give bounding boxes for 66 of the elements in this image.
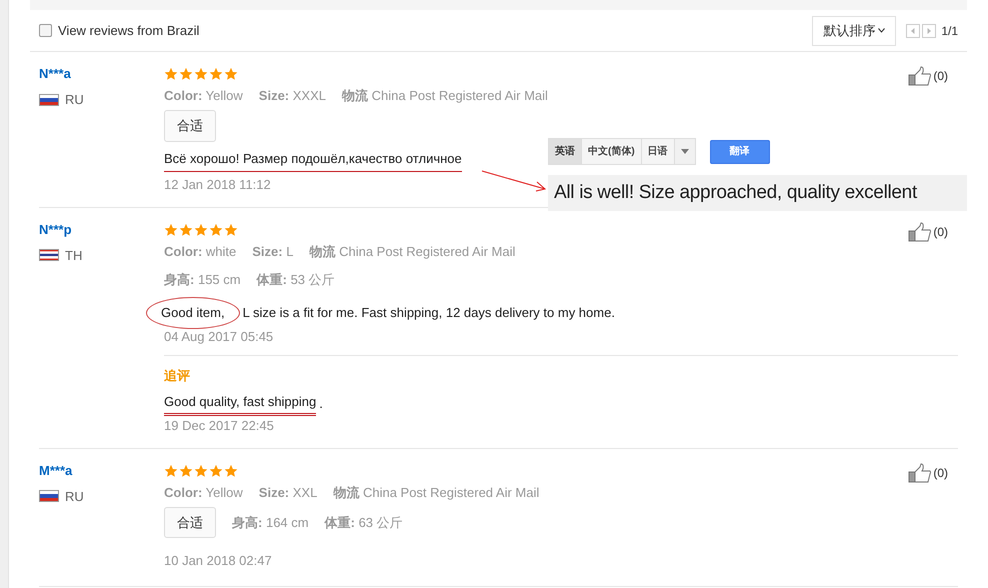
checkbox-label[interactable]: View reviews from Brazil: [58, 20, 200, 40]
star-icon: [209, 222, 223, 236]
flag-icon: [39, 94, 59, 106]
detail-item: Size: XXL: [258, 484, 318, 502]
review-text: L size is a fit for me. Fast shipping, 12 days delivery to my home.: [242, 304, 615, 322]
star-icon: [194, 67, 208, 81]
star-icon: [194, 222, 208, 236]
country-code: RU: [65, 91, 84, 109]
like-count: (0): [933, 464, 948, 482]
language-tab[interactable]: 中文(简体): [582, 139, 642, 164]
like-count: (0): [933, 68, 948, 85]
star-icon: [224, 222, 238, 236]
detail-item: 物流 China Post Registered Air Mail: [333, 484, 540, 502]
country-code: RU: [65, 488, 84, 506]
chevron-down-icon: [878, 28, 886, 33]
detail-item: Color: white: [164, 242, 236, 260]
language-tab[interactable]: 日语: [642, 139, 675, 164]
star-icon: [164, 67, 178, 81]
followup-label: 追评: [164, 366, 191, 384]
star-icon: [194, 464, 208, 478]
review-date: 12 Jan 2018 11:12: [164, 176, 271, 194]
star-icon: [179, 222, 193, 236]
star-icon: [164, 222, 178, 236]
checkbox[interactable]: [39, 24, 52, 37]
star-icon: [179, 464, 193, 478]
underlined-text: Good quality, fast shipping: [164, 392, 316, 416]
circled-text: Good item,: [146, 296, 240, 328]
detail-item: 物流 China Post Registered Air Mail: [309, 242, 516, 261]
detail-item: 体重: 63 公斤: [324, 514, 403, 532]
reviewer-name[interactable]: M***a: [39, 460, 164, 480]
translation-result: All is well! Size approached, quality excellent: [548, 175, 967, 211]
country-code: TH: [65, 246, 82, 264]
star-icon: [179, 67, 193, 81]
reviewer-name[interactable]: N***p: [39, 220, 164, 240]
detail-item: 身高: 164 cm: [232, 514, 309, 532]
flag-icon: [39, 490, 59, 502]
dropdown-caret-icon[interactable]: [680, 149, 689, 154]
detail-item: 体重: 53 公斤: [256, 271, 335, 290]
thumbs-up-icon[interactable]: [908, 462, 932, 482]
star-icon: [209, 67, 223, 81]
detail-item: Color: Yellow: [164, 87, 243, 105]
detail-item: Color: Yellow: [164, 484, 243, 502]
thumbs-up-icon[interactable]: [908, 222, 932, 242]
sort-dropdown[interactable]: 默认排序: [812, 16, 896, 46]
page-indicator: 1/1: [941, 22, 958, 40]
like-count: (0): [933, 224, 948, 240]
star-icon: [224, 67, 238, 81]
language-tab[interactable]: 英语: [549, 139, 582, 164]
underlined-text: Всё хорошо! Размер подошёл,качество отличное: [164, 148, 462, 172]
detail-item: Size: XXXL: [258, 87, 326, 105]
review-date: 10 Jan 2018 02:47: [164, 552, 272, 570]
annotation-arrow: [481, 170, 547, 192]
star-icon: [209, 464, 223, 478]
flag-icon: [39, 249, 59, 262]
review-date: 19 Dec 2017 22:45: [164, 416, 274, 434]
reviewer-name[interactable]: N***a: [39, 64, 164, 84]
star-icon: [224, 464, 238, 478]
tag-chip: 合适: [164, 110, 216, 142]
tag-chip: 合适: [164, 506, 216, 538]
star-icon: [164, 464, 178, 478]
detail-item: Size: L: [252, 242, 294, 260]
review-date: 04 Aug 2017 05:45: [164, 328, 274, 346]
thumbs-up-icon[interactable]: [908, 66, 932, 86]
review-text: .: [319, 394, 323, 412]
detail-item: 物流 China Post Registered Air Mail: [342, 87, 548, 105]
detail-item: 身高: 155 cm: [164, 271, 241, 290]
